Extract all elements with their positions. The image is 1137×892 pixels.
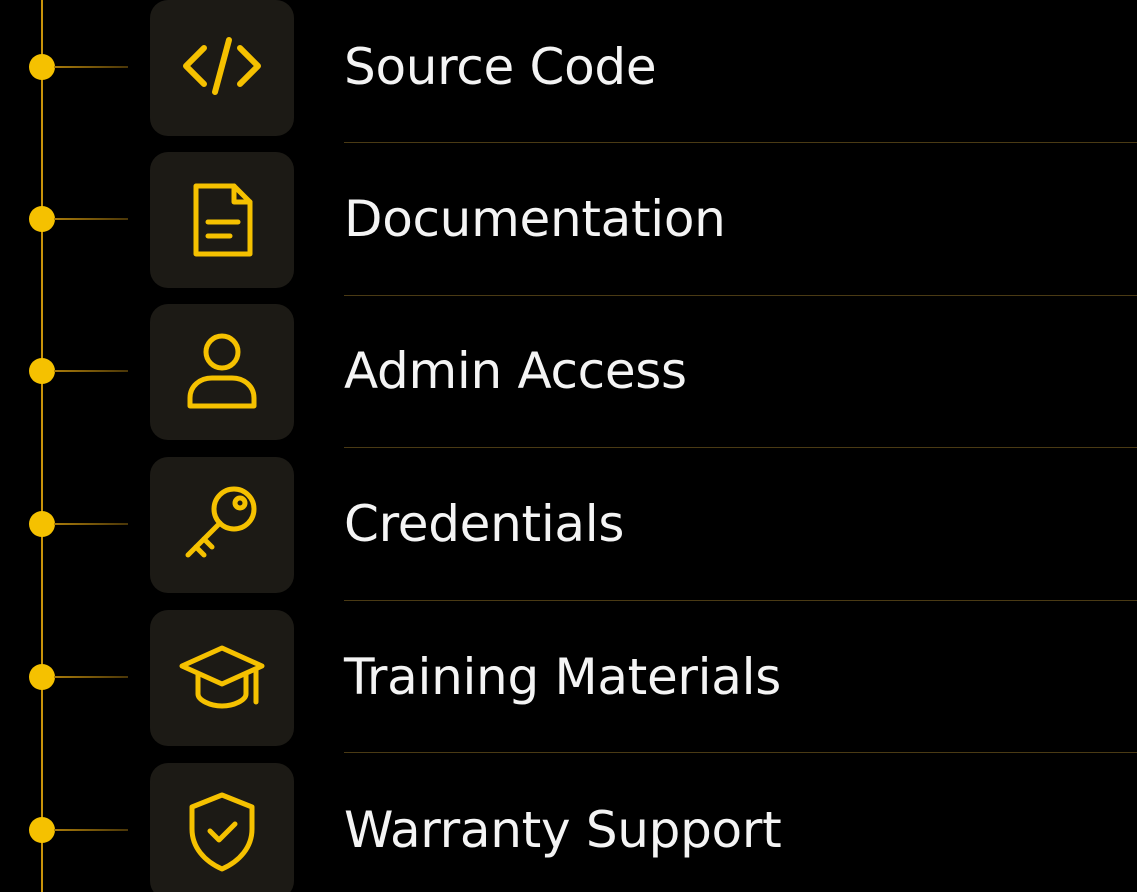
list-item-training-materials[interactable]: Training Materials [0, 602, 1137, 754]
timeline-dot [29, 54, 55, 80]
icon-tile [150, 304, 294, 440]
item-label: Admin Access [344, 342, 687, 400]
timeline-connector [54, 66, 128, 68]
graduation-cap-icon [179, 645, 265, 709]
list-item-source-code[interactable]: Source Code [0, 0, 1137, 144]
item-label: Documentation [344, 190, 726, 248]
item-label: Credentials [344, 495, 625, 553]
list-item-admin-access[interactable]: Admin Access [0, 296, 1137, 448]
timeline-dot [29, 358, 55, 384]
divider [344, 752, 1137, 753]
timeline-connector [54, 523, 128, 525]
divider [344, 447, 1137, 448]
timeline-connector [54, 218, 128, 220]
key-icon [185, 486, 257, 558]
timeline-connector [54, 676, 128, 678]
divider [344, 600, 1137, 601]
list-item-credentials[interactable]: Credentials [0, 449, 1137, 601]
icon-tile [150, 0, 294, 136]
timeline-dot [29, 664, 55, 690]
icon-tile [150, 457, 294, 593]
icon-tile [150, 763, 294, 892]
list-item-warranty-support[interactable]: Warranty Support [0, 755, 1137, 892]
timeline-connector [54, 370, 128, 372]
icon-tile [150, 610, 294, 746]
timeline-dot [29, 511, 55, 537]
timeline-connector [54, 829, 128, 831]
item-label: Training Materials [344, 648, 781, 706]
shield-check-icon [189, 792, 255, 872]
divider [344, 142, 1137, 143]
item-label: Warranty Support [344, 801, 782, 859]
timeline-dot [29, 817, 55, 843]
item-label: Source Code [344, 38, 657, 96]
user-icon [187, 333, 257, 409]
list-item-documentation[interactable]: Documentation [0, 144, 1137, 296]
icon-tile [150, 152, 294, 288]
code-icon [183, 37, 261, 95]
timeline-dot [29, 206, 55, 232]
document-icon [193, 183, 253, 257]
